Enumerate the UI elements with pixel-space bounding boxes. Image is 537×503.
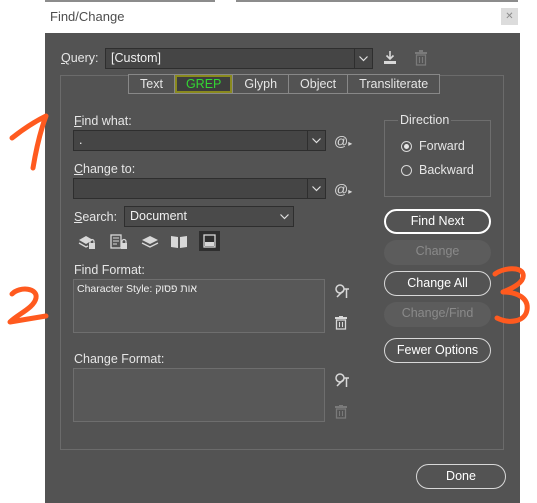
find-what-value: . bbox=[79, 133, 83, 147]
annotation-number-2: 2 bbox=[4, 284, 50, 331]
clear-format-icon[interactable] bbox=[335, 316, 347, 334]
chevron-down-icon[interactable] bbox=[307, 179, 325, 198]
query-value: [Custom] bbox=[111, 51, 162, 65]
change-find-button[interactable]: Change/Find bbox=[384, 302, 491, 327]
fewer-options-button[interactable]: Fewer Options bbox=[384, 338, 491, 363]
annotation-number-1: 1 bbox=[0, 112, 54, 175]
find-format-label: Find Format: bbox=[74, 263, 145, 277]
tab-transliterate[interactable]: Transliterate bbox=[348, 75, 439, 93]
find-what-input[interactable]: . bbox=[73, 130, 326, 151]
specify-format-icon[interactable] bbox=[334, 372, 350, 392]
window-title: Find/Change bbox=[50, 9, 125, 24]
tab-object[interactable]: Object bbox=[289, 75, 349, 93]
chevron-down-icon bbox=[276, 207, 293, 226]
find-next-button[interactable]: Find Next bbox=[384, 209, 491, 234]
chevron-down-icon bbox=[354, 49, 372, 68]
change-button[interactable]: Change bbox=[384, 240, 491, 265]
query-dropdown[interactable]: [Custom] bbox=[105, 48, 373, 69]
include-locked-layers-icon[interactable] bbox=[78, 234, 96, 254]
find-what-label: Find what: bbox=[74, 114, 132, 128]
search-dropdown[interactable]: Document bbox=[124, 206, 294, 227]
special-characters-icon[interactable]: @▸ bbox=[334, 133, 352, 152]
query-label: Query: bbox=[61, 51, 99, 65]
window-top-edge bbox=[236, 0, 518, 2]
chevron-down-icon[interactable] bbox=[307, 131, 325, 150]
direction-label: Direction bbox=[398, 113, 452, 127]
change-to-input[interactable] bbox=[73, 178, 326, 199]
direction-group bbox=[384, 120, 491, 197]
change-to-label: Change to: bbox=[74, 162, 136, 176]
include-locked-stories-icon[interactable] bbox=[110, 234, 128, 254]
annotation-2-text: 2 bbox=[4, 284, 5, 285]
include-hidden-layers-icon[interactable] bbox=[141, 234, 159, 254]
tab-glyph[interactable]: Glyph bbox=[233, 75, 290, 93]
find-format-box[interactable]: Character Style: אות פסוק bbox=[73, 279, 325, 333]
specify-format-icon[interactable] bbox=[334, 283, 350, 303]
forward-label[interactable]: Forward bbox=[419, 139, 465, 153]
change-all-button[interactable]: Change All bbox=[384, 271, 491, 296]
include-master-pages-icon[interactable] bbox=[170, 234, 188, 254]
search-value: Document bbox=[130, 209, 187, 223]
find-format-value: Character Style: אות פסוק bbox=[77, 283, 197, 295]
delete-query-icon[interactable] bbox=[414, 50, 428, 70]
save-query-icon[interactable] bbox=[382, 50, 398, 70]
tab-bar: Text GREP Glyph Object Transliterate bbox=[128, 74, 441, 94]
change-format-label: Change Format: bbox=[74, 352, 165, 366]
search-label: Search: bbox=[74, 210, 118, 224]
backward-label[interactable]: Backward bbox=[419, 163, 474, 177]
special-characters-icon[interactable]: @▸ bbox=[334, 181, 352, 200]
annotation-1-text: 1 bbox=[0, 112, 1, 113]
window-top-edge bbox=[45, 0, 215, 2]
done-button[interactable]: Done bbox=[416, 464, 506, 489]
close-icon[interactable]: ✕ bbox=[501, 8, 518, 25]
tab-text[interactable]: Text bbox=[129, 75, 175, 93]
clear-format-icon[interactable] bbox=[335, 405, 347, 423]
tab-grep[interactable]: GREP bbox=[174, 75, 234, 93]
annotation-number-3: 3 bbox=[489, 264, 535, 331]
change-format-box[interactable] bbox=[73, 368, 325, 422]
forward-radio[interactable] bbox=[401, 141, 412, 152]
include-footnotes-icon[interactable] bbox=[199, 231, 220, 255]
backward-radio[interactable] bbox=[401, 165, 412, 176]
annotation-3-text: 3 bbox=[489, 264, 490, 265]
